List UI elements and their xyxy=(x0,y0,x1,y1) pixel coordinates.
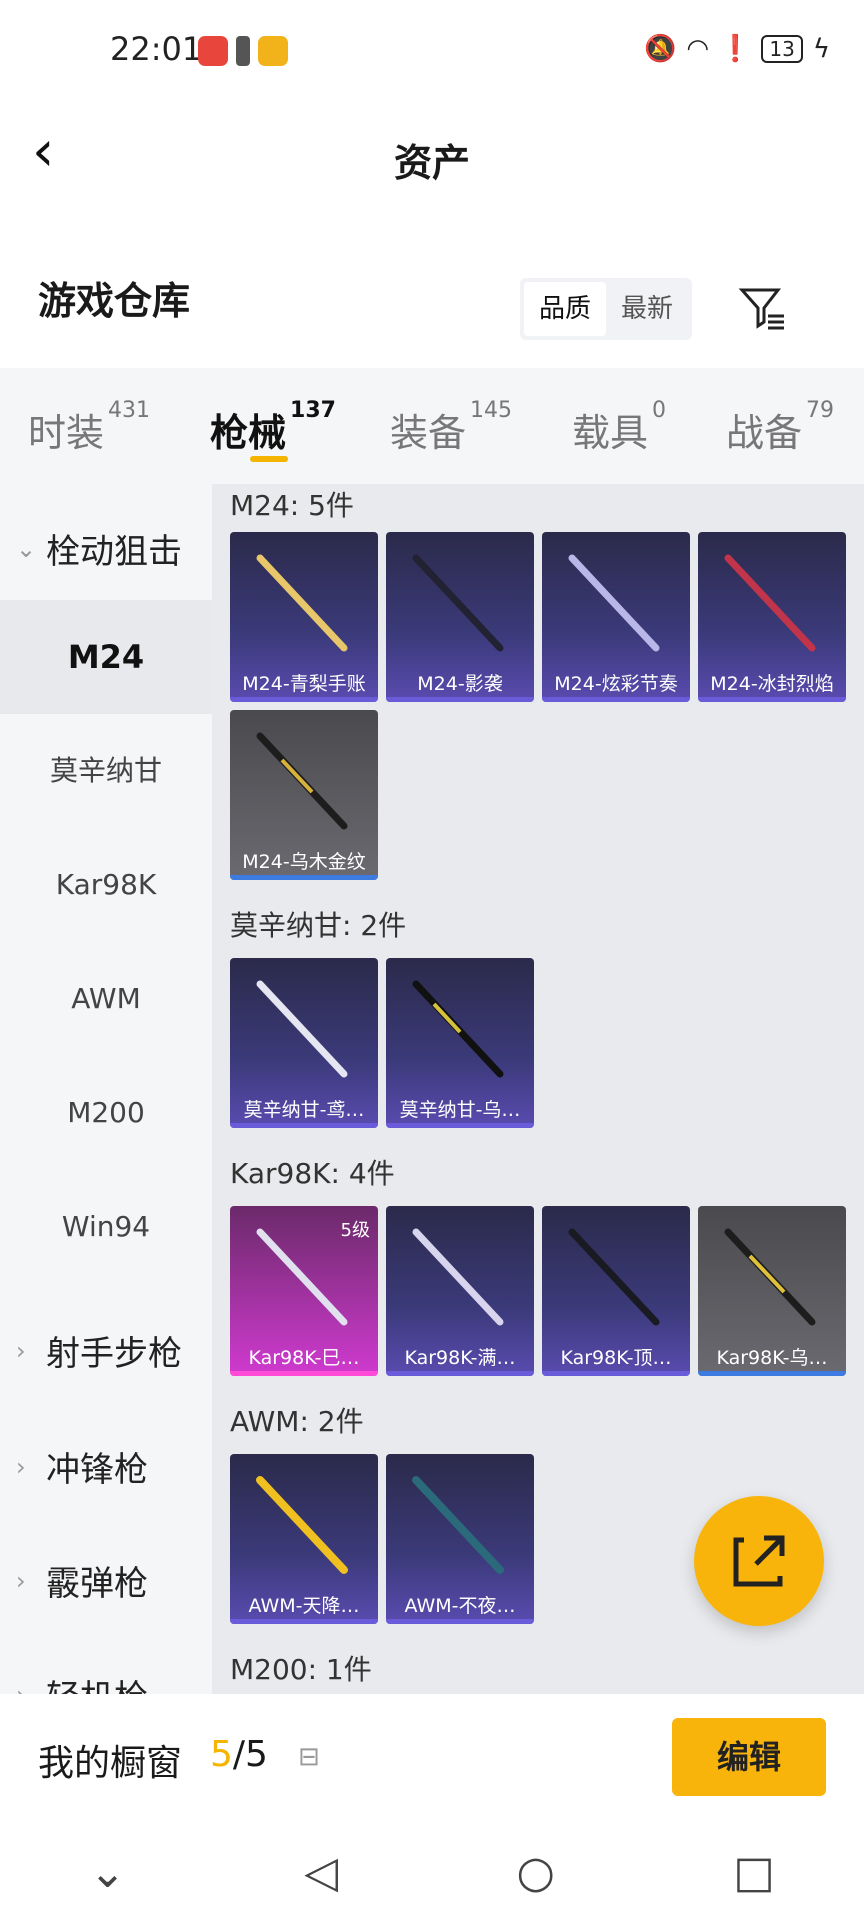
showcase-count: 5/5 xyxy=(210,1734,268,1775)
app-notification-icon xyxy=(198,36,228,66)
rifle-icon xyxy=(412,554,504,652)
alert-icon: ❗ xyxy=(719,34,752,64)
section-title-kar98k: Kar98K: 4件 xyxy=(230,1157,395,1190)
skin-card[interactable]: 5级 Kar98K-巳… xyxy=(230,1206,378,1376)
rifle-icon xyxy=(568,1228,660,1326)
tab-vehicles[interactable]: 载具0 xyxy=(572,368,666,457)
skin-card[interactable]: AWM-天降… xyxy=(230,1454,378,1624)
rifle-icon xyxy=(412,1228,504,1326)
sort-quality[interactable]: 品质 xyxy=(524,282,606,336)
status-bar: 22:01 🔕 ◠ ❗ 13 ϟ xyxy=(0,0,864,104)
tab-supplies[interactable]: 战备79 xyxy=(726,368,834,457)
system-nav-bar: ⌄ ◁ ○ □ xyxy=(0,1824,864,1920)
chevron-right-icon: › xyxy=(16,1452,26,1481)
sidebar-category-dmr[interactable]: › 射手步枪 xyxy=(16,1326,182,1375)
section-title-m24: M24: 5件 xyxy=(230,489,354,522)
level-badge: 5级 xyxy=(340,1220,370,1241)
status-time: 22:01 xyxy=(110,30,203,68)
section-title-m200: M200: 1件 xyxy=(230,1653,372,1686)
rifle-icon xyxy=(256,732,348,830)
share-button[interactable] xyxy=(694,1496,824,1626)
rifle-icon xyxy=(256,980,348,1078)
game-app-icon xyxy=(258,36,288,66)
section-title-awm: AWM: 2件 xyxy=(230,1405,364,1438)
sort-newest[interactable]: 最新 xyxy=(606,282,688,336)
lock-icon[interactable]: ⊟ xyxy=(298,1742,320,1772)
rifle-icon xyxy=(724,1228,816,1326)
sidebar-category-bolt-action[interactable]: ⌄ 栓动狙击 xyxy=(16,524,182,573)
mute-icon: 🔕 xyxy=(643,34,677,64)
warehouse-title: 游戏仓库 xyxy=(38,279,191,323)
sidebar-item-awm[interactable]: AWM xyxy=(0,942,212,1056)
rifle-icon xyxy=(412,980,504,1078)
skin-card[interactable]: M24-青梨手账 xyxy=(230,532,378,702)
tab-fashion[interactable]: 时装431 xyxy=(28,368,150,457)
share-icon xyxy=(733,1535,785,1587)
skin-card[interactable]: Kar98K-乌… xyxy=(698,1206,846,1376)
sidebar-item-m200[interactable]: M200 xyxy=(0,1056,212,1170)
chevron-right-icon: › xyxy=(16,1566,26,1595)
sidebar-item-mosin[interactable]: 莫辛纳甘 xyxy=(0,714,212,828)
nav-down-icon[interactable]: ⌄ xyxy=(89,1847,126,1898)
battery-icon: 13 xyxy=(761,35,803,63)
skin-card[interactable]: 莫辛纳甘-乌… xyxy=(386,958,534,1128)
skin-card[interactable]: M24-炫彩节奏 xyxy=(542,532,690,702)
rifle-icon xyxy=(256,1476,348,1574)
skin-card[interactable]: AWM-不夜… xyxy=(386,1454,534,1624)
nav-back-icon[interactable]: ◁ xyxy=(304,1847,338,1898)
weapon-sidebar: ⌄ 栓动狙击 M24 莫辛纳甘 Kar98K AWM M200 Win94 › 射手… xyxy=(0,484,212,1718)
edit-button[interactable]: 编辑 xyxy=(672,1718,826,1796)
sidebar-category-smg[interactable]: › 冲锋枪 xyxy=(16,1442,148,1491)
rifle-icon xyxy=(256,554,348,652)
sort-toggle: 品质 最新 xyxy=(520,278,692,340)
category-tabs: 时装431 枪械137 装备145 载具0 战备79 xyxy=(0,368,864,484)
sidebar-item-m24[interactable]: M24 xyxy=(0,600,212,714)
sidebar-item-kar98k[interactable]: Kar98K xyxy=(0,828,212,942)
storage-icon xyxy=(236,36,250,66)
tab-guns[interactable]: 枪械137 xyxy=(210,368,336,462)
rifle-icon xyxy=(412,1476,504,1574)
rifle-icon xyxy=(568,554,660,652)
sidebar-category-shotgun[interactable]: › 霰弹枪 xyxy=(16,1556,148,1605)
skin-card[interactable]: M24-影袭 xyxy=(386,532,534,702)
filter-icon[interactable] xyxy=(738,284,786,332)
skin-card[interactable]: M24-乌木金纹 xyxy=(230,710,378,880)
active-tab-indicator xyxy=(250,456,288,462)
nav-home-icon[interactable]: ○ xyxy=(517,1847,555,1898)
sidebar-item-win94[interactable]: Win94 xyxy=(0,1170,212,1284)
skin-card[interactable]: Kar98K-满… xyxy=(386,1206,534,1376)
chevron-right-icon: › xyxy=(16,1336,26,1365)
showcase-bar: 我的橱窗 5/5 ⊟ 编辑 xyxy=(0,1694,864,1824)
wifi-icon: ◠ xyxy=(686,34,710,64)
page-title: 资产 xyxy=(393,141,470,185)
title-bar: ‹ 资产 xyxy=(0,104,864,204)
skin-card[interactable]: 莫辛纳甘-鸢… xyxy=(230,958,378,1128)
charging-icon: ϟ xyxy=(812,34,830,64)
section-title-mosin: 莫辛纳甘: 2件 xyxy=(230,909,407,942)
showcase-label: 我的橱窗 xyxy=(38,1743,183,1784)
nav-recents-icon[interactable]: □ xyxy=(733,1847,775,1898)
skin-card[interactable]: Kar98K-顶… xyxy=(542,1206,690,1376)
tab-equipment[interactable]: 装备145 xyxy=(390,368,512,457)
chevron-down-icon: ⌄ xyxy=(16,534,37,563)
rifle-icon xyxy=(724,554,816,652)
skin-card[interactable]: M24-冰封烈焰 xyxy=(698,532,846,702)
